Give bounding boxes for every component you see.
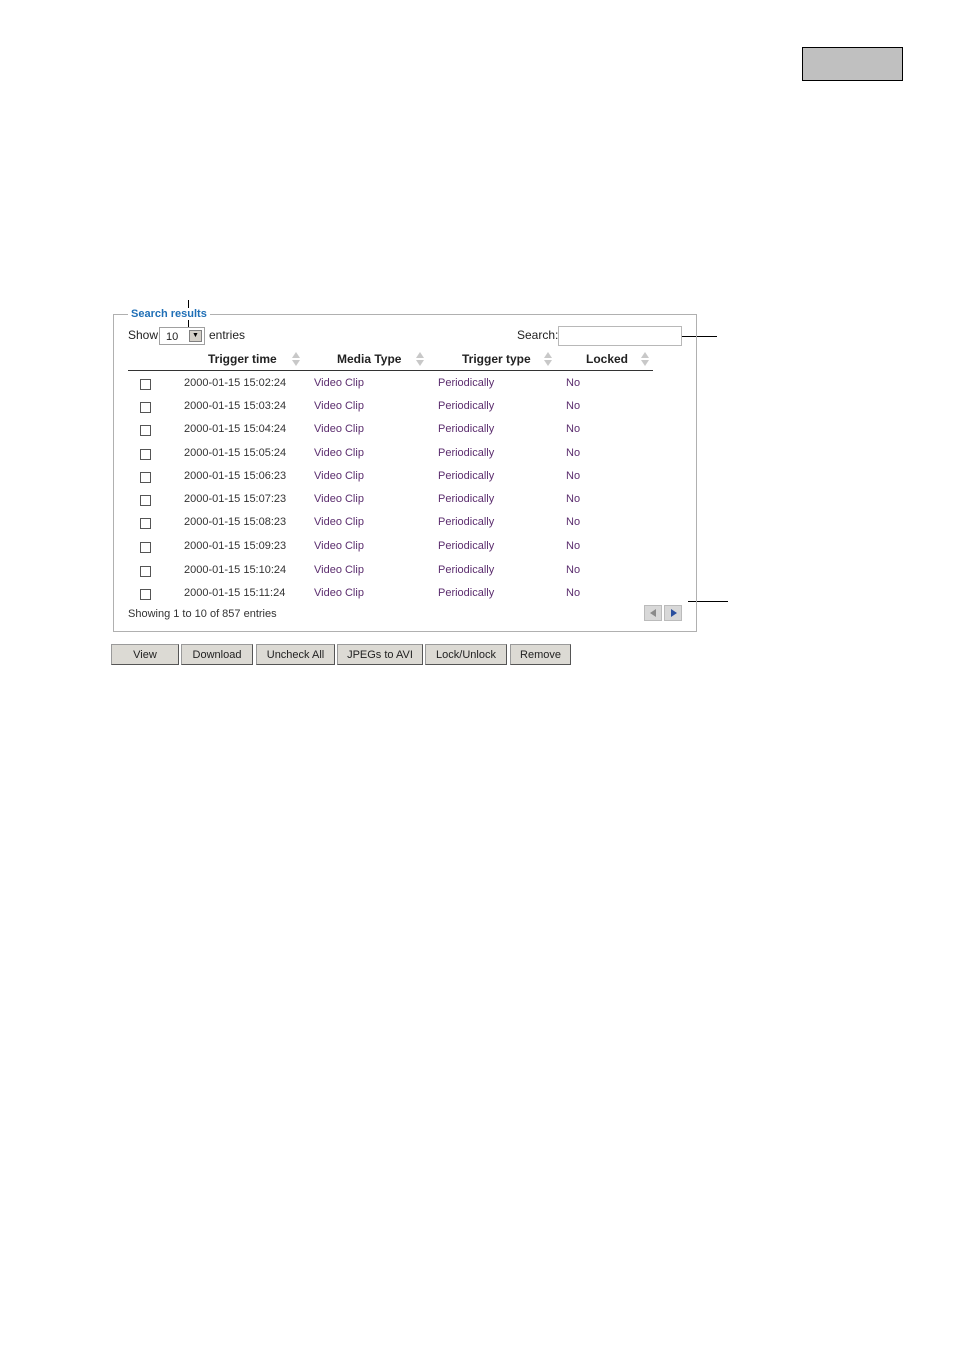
locked-cell: No <box>566 587 581 599</box>
trigger-type-cell: Periodically <box>438 493 495 505</box>
locked-cell: No <box>566 447 581 459</box>
entries-label: entries <box>209 328 246 342</box>
view-button[interactable]: View <box>111 644 179 665</box>
media-type-link[interactable]: Video Clip <box>314 493 364 505</box>
table-row: 2000-01-15 15:04:24 Video Clip Periodica… <box>128 423 653 446</box>
row-checkbox[interactable] <box>140 472 151 483</box>
sort-arrows-icon[interactable] <box>416 351 425 367</box>
table-row: 2000-01-15 15:10:24 Video Clip Periodica… <box>128 564 653 587</box>
page-size-value: 10 <box>166 331 179 343</box>
header-trigger-time[interactable]: Trigger time <box>208 352 277 366</box>
locked-cell: No <box>566 516 581 528</box>
trigger-time-cell: 2000-01-15 15:06:23 <box>184 470 287 482</box>
previous-page-icon[interactable] <box>644 605 662 621</box>
row-checkbox[interactable] <box>140 542 151 553</box>
search-input[interactable] <box>558 326 682 346</box>
locked-cell: No <box>566 377 581 389</box>
sort-arrows-icon[interactable] <box>544 351 553 367</box>
trigger-type-cell: Periodically <box>438 516 495 528</box>
download-button[interactable]: Download <box>181 644 253 665</box>
media-type-link[interactable]: Video Clip <box>314 400 364 412</box>
trigger-type-cell: Periodically <box>438 587 495 599</box>
media-type-link[interactable]: Video Clip <box>314 423 364 435</box>
row-checkbox[interactable] <box>140 518 151 529</box>
media-type-link[interactable]: Video Clip <box>314 377 364 389</box>
page-size-select[interactable]: 10 ▼ <box>159 327 205 345</box>
page-label-box <box>802 47 903 81</box>
jpegs-to-avi-button[interactable]: JPEGs to AVI <box>337 644 423 665</box>
table-row: 2000-01-15 15:08:23 Video Clip Periodica… <box>128 516 653 539</box>
row-checkbox[interactable] <box>140 449 151 460</box>
locked-cell: No <box>566 400 581 412</box>
locked-cell: No <box>566 493 581 505</box>
trigger-type-cell: Periodically <box>438 540 495 552</box>
row-checkbox[interactable] <box>140 495 151 506</box>
locked-cell: No <box>566 470 581 482</box>
row-checkbox[interactable] <box>140 402 151 413</box>
locked-cell: No <box>566 423 581 435</box>
remove-button[interactable]: Remove <box>510 644 571 665</box>
trigger-time-cell: 2000-01-15 15:05:24 <box>184 447 287 459</box>
sort-arrows-icon[interactable] <box>292 351 301 367</box>
row-checkbox[interactable] <box>140 425 151 436</box>
locked-cell: No <box>566 540 581 552</box>
trigger-time-cell: 2000-01-15 15:10:24 <box>184 564 287 576</box>
chevron-down-icon[interactable]: ▼ <box>189 330 202 342</box>
trigger-time-cell: 2000-01-15 15:03:24 <box>184 400 287 412</box>
row-checkbox[interactable] <box>140 566 151 577</box>
next-page-icon[interactable] <box>664 605 682 621</box>
show-label: Show <box>128 328 159 342</box>
uncheck-all-button[interactable]: Uncheck All <box>256 644 335 665</box>
locked-cell: No <box>566 564 581 576</box>
row-checkbox[interactable] <box>140 589 151 600</box>
media-type-link[interactable]: Video Clip <box>314 587 364 599</box>
table-row: 2000-01-15 15:02:24 Video Clip Periodica… <box>128 377 653 400</box>
trigger-time-cell: 2000-01-15 15:07:23 <box>184 493 287 505</box>
trigger-time-cell: 2000-01-15 15:02:24 <box>184 377 287 389</box>
table-row: 2000-01-15 15:09:23 Video Clip Periodica… <box>128 540 653 563</box>
table-row: 2000-01-15 15:06:23 Video Clip Periodica… <box>128 470 653 493</box>
table-header-divider <box>128 370 653 371</box>
trigger-time-cell: 2000-01-15 15:09:23 <box>184 540 287 552</box>
search-results-legend: Search results <box>128 308 210 320</box>
header-media-type[interactable]: Media Type <box>337 352 401 366</box>
trigger-type-cell: Periodically <box>438 470 495 482</box>
header-trigger-type[interactable]: Trigger type <box>462 352 531 366</box>
header-locked[interactable]: Locked <box>586 352 628 366</box>
row-checkbox[interactable] <box>140 379 151 390</box>
trigger-time-cell: 2000-01-15 15:04:24 <box>184 423 287 435</box>
media-type-link[interactable]: Video Clip <box>314 564 364 576</box>
search-label: Search: <box>517 328 559 342</box>
trigger-type-cell: Periodically <box>438 447 495 459</box>
table-row: 2000-01-15 15:03:24 Video Clip Periodica… <box>128 400 653 423</box>
trigger-type-cell: Periodically <box>438 377 495 389</box>
table-row: 2000-01-15 15:11:24 Video Clip Periodica… <box>128 587 653 610</box>
sort-arrows-icon[interactable] <box>641 351 650 367</box>
lock-unlock-button[interactable]: Lock/Unlock <box>425 644 507 665</box>
trigger-type-cell: Periodically <box>438 400 495 412</box>
trigger-type-cell: Periodically <box>438 564 495 576</box>
media-type-link[interactable]: Video Clip <box>314 516 364 528</box>
media-type-link[interactable]: Video Clip <box>314 470 364 482</box>
table-info: Showing 1 to 10 of 857 entries <box>128 608 277 620</box>
trigger-time-cell: 2000-01-15 15:08:23 <box>184 516 287 528</box>
table-row: 2000-01-15 15:07:23 Video Clip Periodica… <box>128 493 653 516</box>
media-type-link[interactable]: Video Clip <box>314 447 364 459</box>
table-row: 2000-01-15 15:05:24 Video Clip Periodica… <box>128 447 653 470</box>
media-type-link[interactable]: Video Clip <box>314 540 364 552</box>
trigger-type-cell: Periodically <box>438 423 495 435</box>
trigger-time-cell: 2000-01-15 15:11:24 <box>184 587 286 599</box>
